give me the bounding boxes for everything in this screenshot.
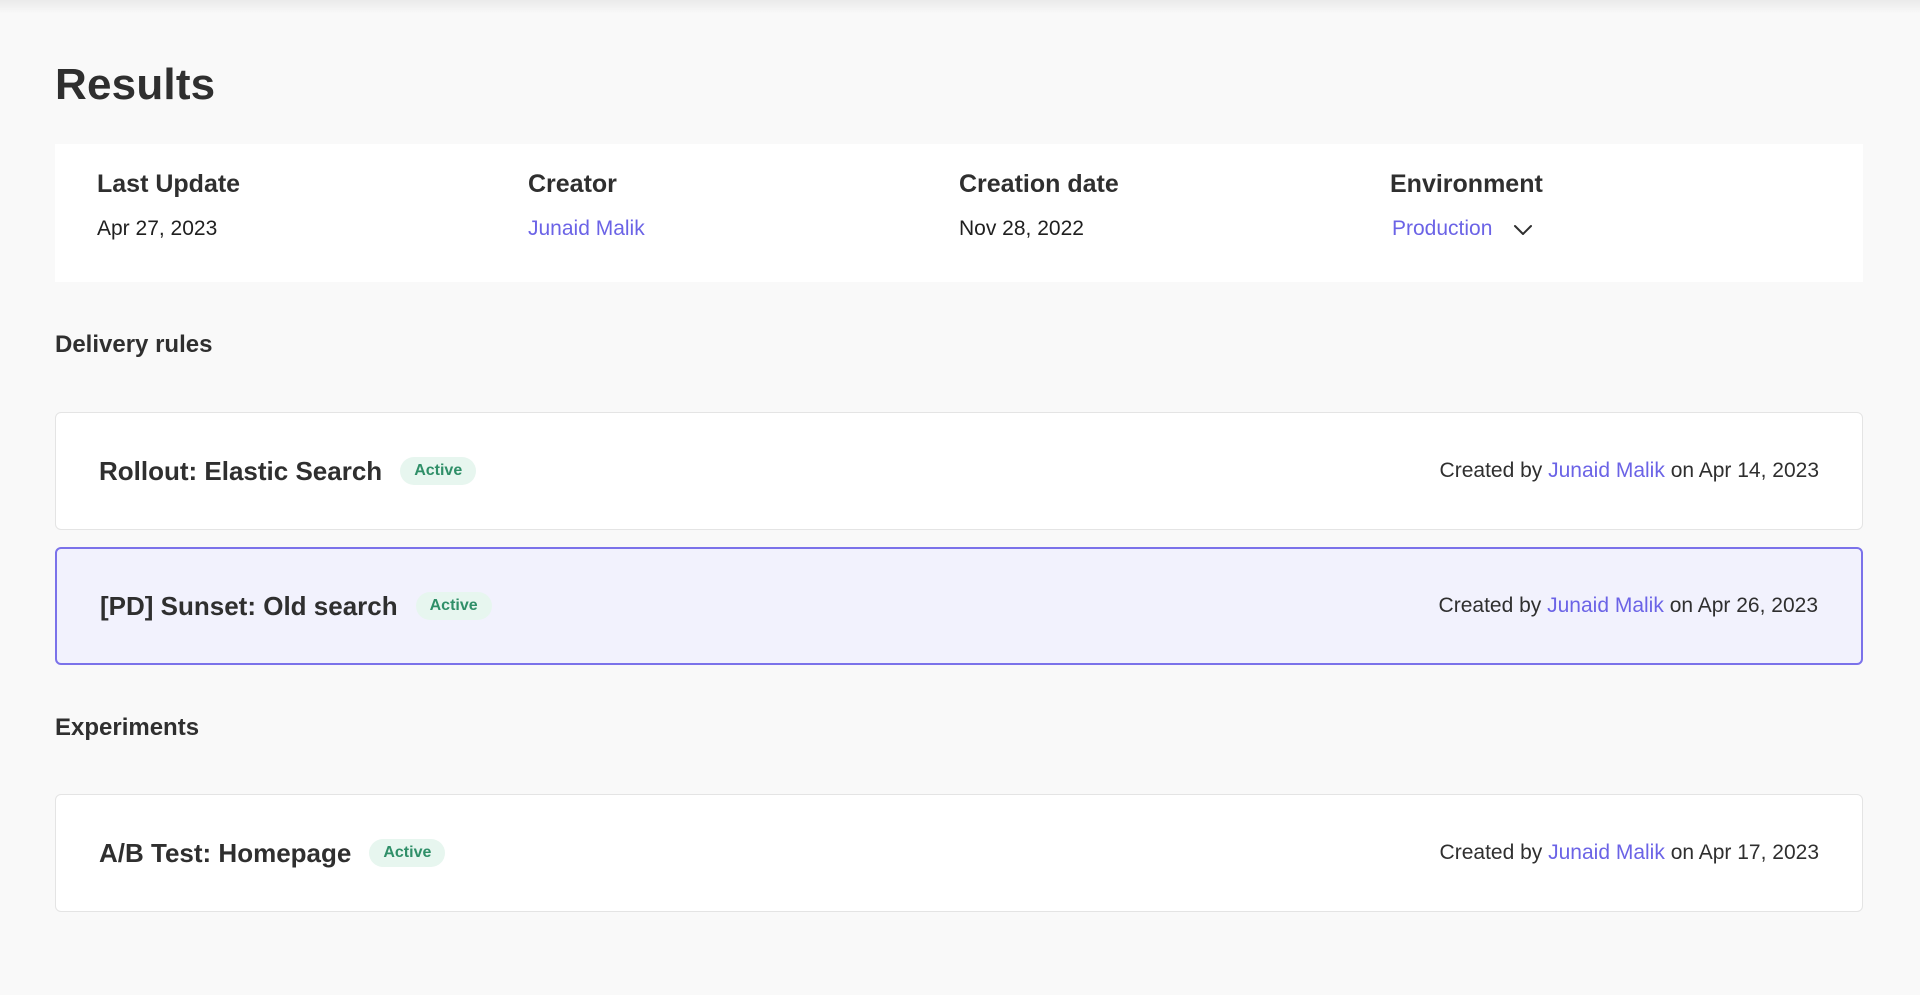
last-update-label: Last Update bbox=[97, 170, 241, 198]
delivery-rule-row[interactable]: Rollout: Elastic Search Active Created b… bbox=[55, 412, 1863, 530]
author-link[interactable]: Junaid Malik bbox=[1547, 594, 1664, 617]
environment-dropdown[interactable]: Production bbox=[1390, 217, 1543, 241]
header-shadow bbox=[0, 0, 1920, 14]
row-title-group: A/B Test: Homepage Active bbox=[99, 837, 446, 869]
last-update-value: Apr 27, 2023 bbox=[97, 217, 218, 240]
environment-label: Environment bbox=[1390, 170, 1543, 198]
status-badge: Active bbox=[415, 592, 492, 620]
delivery-rule-row-selected[interactable]: [PD] Sunset: Old search Active Created b… bbox=[55, 547, 1863, 665]
row-title-group: [PD] Sunset: Old search Active bbox=[100, 591, 492, 622]
creation-date-value: Nov 28, 2022 bbox=[959, 217, 1084, 240]
section-delivery-rules: Delivery rules bbox=[55, 331, 213, 358]
created-date: on Apr 17, 2023 bbox=[1670, 841, 1819, 864]
created-date: on Apr 14, 2023 bbox=[1670, 459, 1819, 482]
experiment-row[interactable]: A/B Test: Homepage Active Created by Jun… bbox=[55, 794, 1863, 912]
status-badge: Active bbox=[400, 457, 477, 485]
creation-date-field: Creation date Nov 28, 2022 bbox=[959, 170, 1119, 241]
row-title: A/B Test: Homepage bbox=[99, 837, 352, 868]
row-meta: Created by Junaid Malik on Apr 17, 2023 bbox=[1440, 841, 1819, 865]
environment-field: Environment Production bbox=[1390, 170, 1543, 241]
created-date: on Apr 26, 2023 bbox=[1669, 594, 1818, 617]
row-meta: Created by Junaid Malik on Apr 26, 2023 bbox=[1439, 594, 1818, 618]
section-experiments: Experiments bbox=[55, 714, 200, 741]
created-by-prefix: Created by bbox=[1438, 594, 1542, 617]
last-update-field: Last Update Apr 27, 2023 bbox=[97, 170, 240, 241]
row-meta: Created by Junaid Malik on Apr 14, 2023 bbox=[1440, 459, 1819, 483]
status-badge: Active bbox=[369, 839, 446, 867]
author-link[interactable]: Junaid Malik bbox=[1548, 459, 1665, 482]
creation-date-label: Creation date bbox=[959, 170, 1119, 198]
creator-link[interactable]: Junaid Malik bbox=[528, 217, 645, 241]
row-title: [PD] Sunset: Old search bbox=[100, 590, 398, 621]
row-title-group: Rollout: Elastic Search Active bbox=[99, 455, 477, 487]
summary-card: Last Update Apr 27, 2023 Creator Junaid … bbox=[55, 144, 1863, 282]
chevron-down-icon bbox=[1514, 225, 1533, 235]
page-title: Results bbox=[55, 60, 216, 109]
environment-value: Production bbox=[1392, 217, 1493, 240]
row-title: Rollout: Elastic Search bbox=[99, 455, 383, 486]
created-by-prefix: Created by bbox=[1439, 459, 1543, 482]
creator-label: Creator bbox=[528, 170, 617, 198]
creator-field: Creator Junaid Malik bbox=[528, 170, 645, 241]
created-by-prefix: Created by bbox=[1439, 841, 1543, 864]
author-link[interactable]: Junaid Malik bbox=[1548, 841, 1665, 864]
